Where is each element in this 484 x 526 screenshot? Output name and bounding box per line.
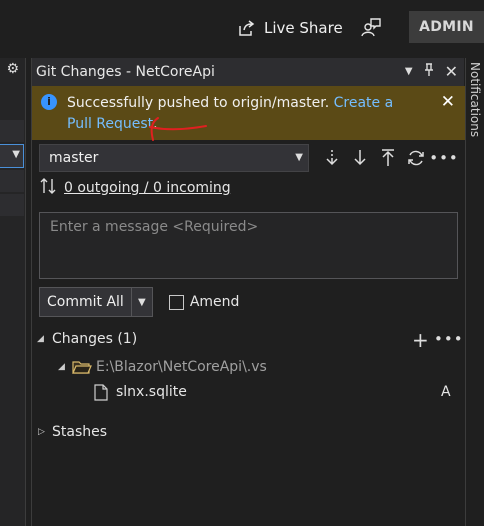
account-button[interactable]: ADMIN [409,11,484,43]
amend-toggle[interactable]: Amend [168,294,240,310]
up-down-arrows-icon [40,178,56,198]
file-icon [94,384,108,405]
feedback-icon[interactable] [360,16,382,38]
folder-path: E:\Blazor\NetCoreApi\.vs [96,359,267,375]
live-share-icon [239,20,255,36]
left-row [0,120,24,142]
title-bar: Live Share ADMIN [0,0,484,56]
commit-all-button[interactable]: Commit All [40,288,132,316]
pin-icon[interactable] [423,62,435,81]
dropdown-icon[interactable]: ▼ [405,66,413,77]
live-share-label: Live Share [264,19,343,37]
annotation-arrow-mark [149,117,207,141]
close-icon[interactable]: ✕ [445,62,458,81]
panel-title-bar: Git Changes - NetCoreApi ▼ ✕ [32,58,464,86]
notification-bar: i Successfully pushed to origin/master. … [32,86,465,140]
notifications-tab-label: Notifications [468,62,482,138]
chevron-down-icon[interactable]: ▼ [132,288,152,316]
info-icon: i [41,94,57,110]
stashes-title: Stashes [52,424,108,440]
left-row [0,170,24,192]
fetch-icon[interactable] [321,147,343,169]
notification-text: Successfully pushed to origin/master. [67,95,330,111]
git-changes-panel: Git Changes - NetCoreApi ▼ ✕ i Successfu… [31,58,465,526]
file-row[interactable]: slnx.sqlite A [94,382,465,404]
left-dropdown[interactable]: ▼ [0,144,24,168]
changes-title: Changes (1) [52,331,138,347]
expand-triangle-icon[interactable]: ◢ [58,362,65,372]
left-row [0,194,24,216]
branch-selector[interactable]: master ▼ [39,144,309,172]
dismiss-notification-icon[interactable]: ✕ [441,92,455,112]
notifications-side-tab[interactable]: Notifications [465,58,484,526]
left-pane-edge: ⚙ ▼ [0,58,26,526]
more-options-icon[interactable]: ••• [434,330,464,348]
branch-name: master [49,150,99,166]
changes-section-header[interactable]: ◢ Changes (1) + ••• [32,328,465,352]
chevron-down-icon: ▼ [12,149,20,160]
push-icon[interactable] [377,147,399,169]
gear-icon[interactable]: ⚙ [6,61,19,77]
sync-status: 0 outgoing / 0 incoming [40,178,231,198]
amend-checkbox[interactable] [168,294,184,310]
amend-label: Amend [189,294,240,310]
collapse-triangle-icon[interactable]: ▷ [38,427,45,437]
panel-title: Git Changes - NetCoreApi [36,64,215,80]
more-actions-icon[interactable]: ••• [429,147,458,169]
file-name: slnx.sqlite [116,384,187,400]
pull-icon[interactable] [349,147,371,169]
stage-all-plus-icon[interactable]: + [412,328,429,352]
live-share-button[interactable]: Live Share [238,16,343,40]
notification-message: Successfully pushed to origin/master. Cr… [67,93,417,135]
expand-triangle-icon[interactable]: ◢ [37,334,44,344]
chevron-down-icon: ▼ [295,152,303,163]
outgoing-incoming-link[interactable]: 0 outgoing / 0 incoming [64,180,231,196]
commit-row: Commit All ▼ Amend [39,287,239,317]
sync-icon[interactable] [405,147,427,169]
commit-all-split-button[interactable]: Commit All ▼ [39,287,153,317]
commit-message-input[interactable]: Enter a message <Required> [39,212,458,279]
commit-message-placeholder: Enter a message <Required> [50,219,259,235]
file-status-badge: A [441,384,451,400]
folder-icon [72,360,92,379]
branch-row: master ▼ ••• [39,144,465,172]
